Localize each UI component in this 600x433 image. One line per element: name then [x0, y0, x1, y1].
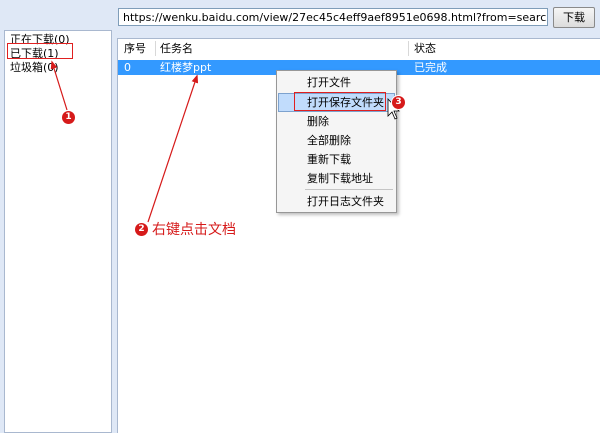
- annotation-note: 右键点击文档: [152, 222, 236, 238]
- step-badge-1: 1: [62, 111, 75, 124]
- annotation-arrows: [50, 60, 400, 223]
- arrow-step1: [50, 60, 68, 111]
- arrow-step2: [147, 74, 199, 223]
- step-badge-2: 2: [135, 223, 148, 236]
- step-badge-3: 3: [392, 96, 405, 109]
